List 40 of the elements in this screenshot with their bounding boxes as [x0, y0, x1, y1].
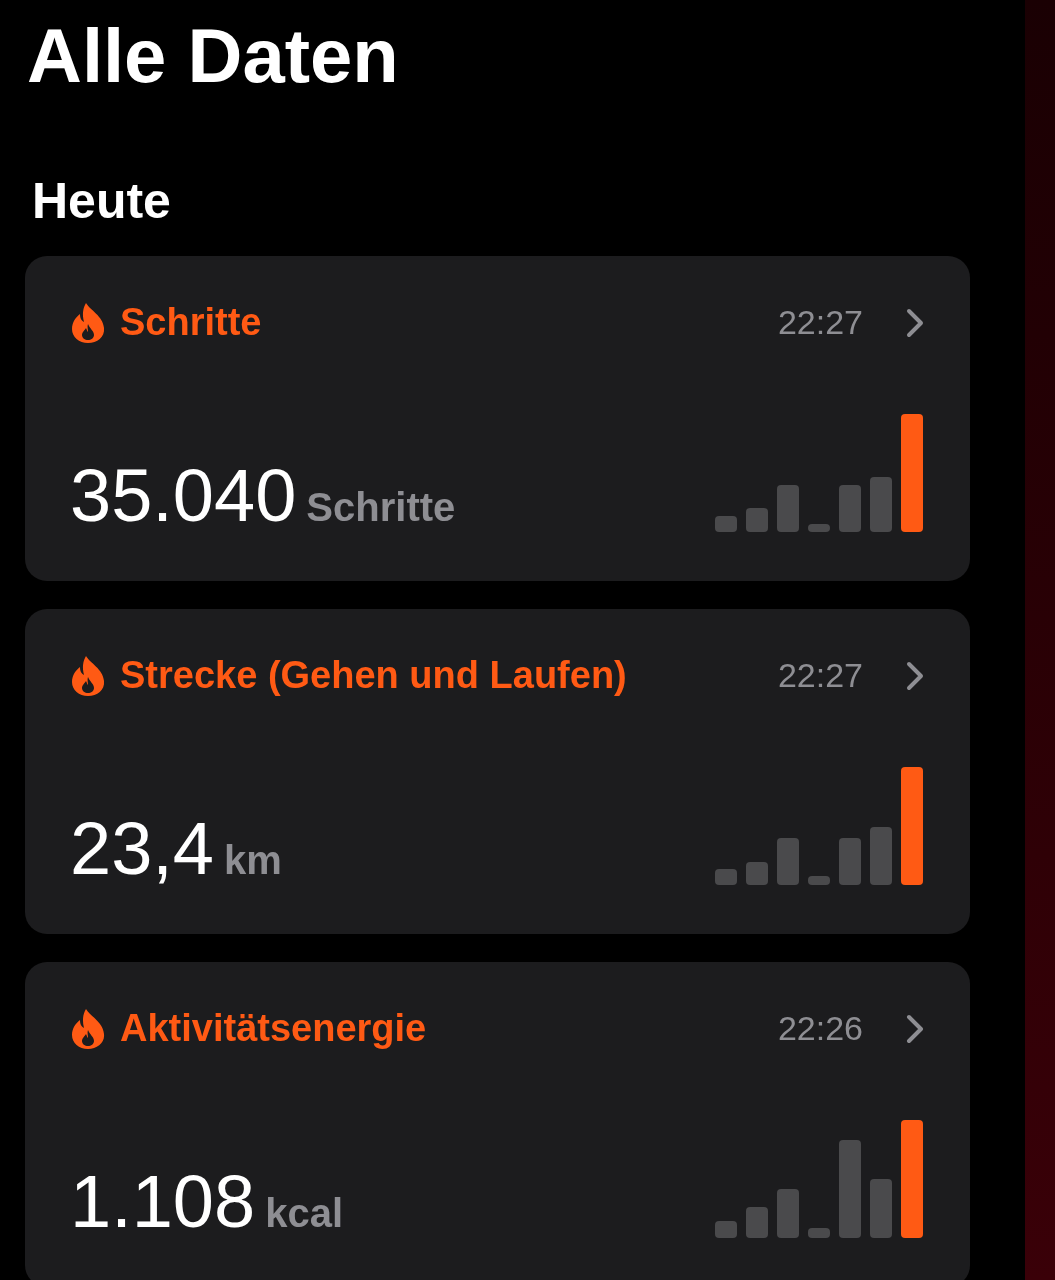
- chevron-icon: [905, 660, 925, 691]
- flame-icon: [70, 1007, 106, 1050]
- sparkline-bar: [715, 869, 737, 885]
- sparkline-bar: [746, 508, 768, 532]
- metric-unit: Schritte: [306, 487, 456, 527]
- metric-value: 23,4: [70, 812, 215, 886]
- sparkline-bar: [777, 838, 799, 885]
- metric-card[interactable]: Aktivitätsenergie 22:26 1.108 kcal: [25, 962, 970, 1280]
- sparkline-bar: [808, 524, 830, 532]
- sparkline-bar: [746, 862, 768, 885]
- metric-card[interactable]: Schritte 22:27 35.040 Schritte: [25, 256, 970, 581]
- sparkline-bar: [839, 838, 861, 885]
- metric-value: 1.108: [70, 1165, 256, 1239]
- sparkline-bar: [870, 827, 892, 885]
- sparkline-bar: [777, 485, 799, 532]
- section-heading: Heute: [32, 176, 171, 226]
- timestamp: 22:27: [777, 655, 863, 696]
- metric-label: Strecke (Gehen und Laufen): [120, 653, 627, 698]
- sparkline-bar: [808, 1228, 830, 1238]
- metric-label: Schritte: [120, 300, 262, 345]
- timestamp: 22:26: [777, 1008, 863, 1049]
- sparkline-bar: [715, 1221, 737, 1238]
- metric-unit: km: [224, 840, 282, 880]
- sparkline-bar: [870, 1179, 892, 1238]
- page-title: Alle Daten: [27, 18, 399, 94]
- metric-value: 35.040: [70, 459, 297, 533]
- sparkline-bar: [870, 477, 892, 532]
- metric-label: Aktivitätsenergie: [120, 1006, 427, 1051]
- flame-icon: [70, 301, 106, 344]
- sparkline-bar: [808, 876, 830, 885]
- timestamp: 22:27: [777, 302, 863, 343]
- metric-unit: kcal: [265, 1193, 344, 1233]
- flame-icon: [70, 654, 106, 697]
- sparkline-bar: [746, 1207, 768, 1238]
- chevron-icon: [905, 307, 925, 338]
- sparkline-bar: [715, 516, 737, 532]
- sparkline-bar: [777, 1189, 799, 1238]
- sparkline-bar: [839, 485, 861, 532]
- metric-card[interactable]: Strecke (Gehen und Laufen) 22:27 23,4 km: [25, 609, 970, 934]
- chevron-icon: [905, 1013, 925, 1044]
